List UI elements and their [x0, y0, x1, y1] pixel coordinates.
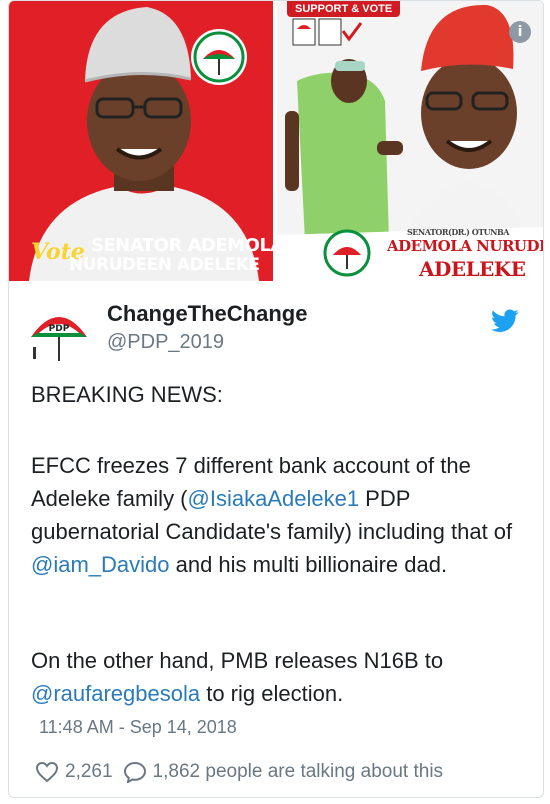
mention-link-isiakaadeleke1[interactable]: @IsiakaAdeleke1 [188, 486, 360, 511]
like-count: 2,261 [65, 761, 113, 782]
avatar[interactable]: PDP [27, 301, 91, 365]
tweet-card[interactable]: Vote SENATOR ADEMOLA NURUDEEN ADELEKE SU… [8, 0, 544, 798]
tweet-text-paragraph2: EFCC freezes 7 different bank account of… [31, 449, 531, 581]
mention-link-raufaregbesola[interactable]: @raufaregbesola [31, 681, 200, 706]
info-icon[interactable]: i [509, 21, 531, 43]
poster-right-line1: ADEMOLA NURUDEEN [387, 237, 543, 255]
tweet-timestamp[interactable]: 11:48 AM - Sep 14, 2018 [39, 717, 237, 738]
poster-name-line1: SENATOR ADEMOLA [91, 235, 273, 256]
text-segment: and his multi billionaire dad. [169, 552, 448, 577]
text-segment: On the other hand, PMB releases N16B to [31, 648, 444, 673]
tweet-text-paragraph3: On the other hand, PMB releases N16B to … [31, 644, 531, 710]
heart-icon [35, 761, 59, 783]
pdp-umbrella-icon: PDP [31, 317, 87, 361]
tweet-header: PDP ChangeTheChange @PDP_2019 [9, 291, 543, 371]
twitter-bird-icon[interactable] [491, 309, 519, 333]
poster-right-line2: ADELEKE [419, 257, 526, 281]
tweet-media[interactable]: Vote SENATOR ADEMOLA NURUDEEN ADELEKE SU… [9, 1, 543, 281]
campaign-poster-left[interactable]: Vote SENATOR ADEMOLA NURUDEEN ADELEKE [9, 1, 273, 281]
talking-count: 1,862 people are talking about this [152, 761, 444, 782]
poster-name-line2: NURUDEEN ADELEKE [69, 255, 260, 275]
senator-title: SENATOR(DR.) OTUNBA [407, 227, 509, 237]
display-name[interactable]: ChangeTheChange [107, 301, 307, 327]
tweet-text-breaking: BREAKING NEWS: [31, 382, 223, 407]
mention-link-iam-davido[interactable]: @iam_Davido [31, 552, 170, 577]
user-handle[interactable]: @PDP_2019 [107, 331, 224, 354]
campaign-poster-right[interactable]: SUPPORT & VOTE SENATOR(DR.) OTUNBA ADEMO… [277, 1, 543, 281]
conversation-button[interactable]: 1,862 people are talking about this [123, 761, 444, 783]
speech-bubble-icon [123, 761, 146, 783]
text-segment: to rig election. [200, 681, 344, 706]
like-button[interactable]: 2,261 [35, 761, 113, 783]
support-vote-banner: SUPPORT & VOTE [287, 1, 401, 17]
avatar-text: PDP [49, 324, 70, 334]
tweet-actions: 2,261 1,862 people are talking about thi… [35, 758, 453, 786]
